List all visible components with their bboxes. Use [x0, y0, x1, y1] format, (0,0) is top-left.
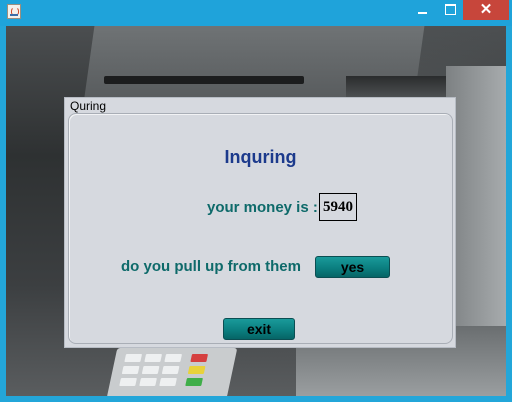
keypad-key	[139, 378, 157, 386]
inquiry-panel: Quring Inquring your money is : 5940 do …	[64, 97, 456, 348]
withdraw-question-label: do you pull up from them	[121, 258, 301, 275]
keypad-key	[164, 354, 183, 362]
keypad-key	[119, 378, 137, 386]
keypad-clear-key	[187, 366, 206, 374]
exit-button[interactable]: exit	[223, 318, 295, 340]
panel-title: Quring	[70, 99, 107, 113]
keypad-key	[141, 366, 160, 374]
money-value-field[interactable]: 5940	[319, 193, 357, 221]
minimize-icon[interactable]	[409, 0, 436, 20]
maximize-icon[interactable]	[436, 0, 463, 20]
keypad-key	[124, 354, 143, 362]
keypad-key	[121, 366, 140, 374]
close-icon[interactable]: ✕	[463, 0, 509, 20]
keypad-cancel-key	[190, 354, 209, 362]
keypad-enter-key	[185, 378, 203, 386]
page-title: Inquring	[224, 147, 297, 167]
java-cup-icon[interactable]	[7, 4, 21, 19]
atm-keypad	[106, 348, 238, 396]
keypad-key	[161, 366, 180, 374]
atm-card-slot	[104, 76, 304, 84]
window-titlebar: ✕	[0, 0, 512, 26]
keypad-key	[144, 354, 163, 362]
yes-button[interactable]: yes	[315, 256, 390, 278]
keypad-key	[159, 378, 177, 386]
money-label: your money is :	[207, 199, 318, 216]
panel-content: Inquring your money is : 5940 do you pul…	[68, 113, 453, 344]
